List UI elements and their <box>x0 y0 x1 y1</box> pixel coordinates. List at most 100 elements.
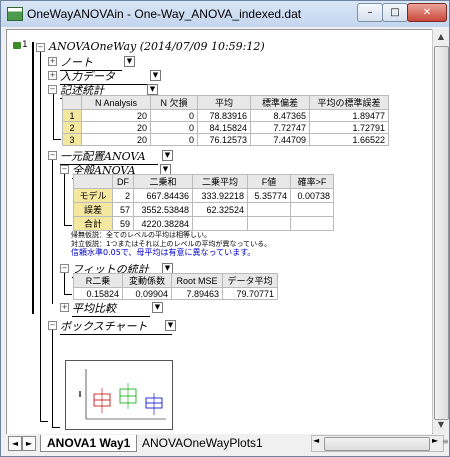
table-cell[interactable]: 7.89463 <box>171 287 223 300</box>
table-cell[interactable]: 84.15824 <box>197 121 251 134</box>
tab-next-icon[interactable]: ► <box>22 436 36 451</box>
horizontal-scroll-thumb[interactable] <box>324 437 430 451</box>
table-cell[interactable]: 667.84436 <box>133 188 193 203</box>
table-cell[interactable]: 0.09904 <box>122 287 172 300</box>
horizontal-scrollbar[interactable]: ◄ ► <box>311 435 444 452</box>
boxchart-title[interactable]: ボックスチャート <box>60 318 172 335</box>
table-cell[interactable]: 1.66522 <box>309 133 389 146</box>
collapse-overall-icon[interactable]: − <box>60 165 69 174</box>
table-cell[interactable]: 4220.38284 <box>133 216 193 231</box>
collapse-fit-icon[interactable]: − <box>60 264 69 273</box>
table-row[interactable]: 2 20 0 84.15824 7.72747 1.72791 <box>62 121 389 134</box>
desc-dropdown-icon[interactable]: ▼ <box>147 84 158 95</box>
column-header[interactable] <box>62 95 82 110</box>
row-label: モデル <box>73 188 113 203</box>
table-cell[interactable]: 3552.53848 <box>133 202 193 217</box>
table-cell[interactable]: 5.35774 <box>247 188 291 203</box>
collapse-boxchart-icon[interactable]: − <box>48 321 57 330</box>
table-cell[interactable] <box>290 216 334 231</box>
minimize-button[interactable]: – <box>357 3 383 22</box>
expand-input-icon[interactable]: + <box>48 71 57 80</box>
collapse-root-icon[interactable]: − <box>36 43 45 52</box>
collapse-oneway-icon[interactable]: − <box>48 151 57 160</box>
table-cell[interactable]: 0.00738 <box>290 188 334 203</box>
table-cell[interactable]: 7.44709 <box>250 133 310 146</box>
means-comparison-node[interactable]: 平均比較 <box>72 300 150 317</box>
maximize-button[interactable]: □ <box>382 3 408 22</box>
table-row[interactable]: 1 20 0 78.83916 8.47365 1.89477 <box>62 109 389 122</box>
table-row[interactable]: モデル 2 667.84436 333.92218 5.35774 0.0073… <box>73 188 334 203</box>
column-header[interactable]: 二乗平均 <box>192 174 248 189</box>
table-row[interactable]: 誤差 57 3552.53848 62.32524 <box>73 202 334 217</box>
lock-icon <box>13 42 21 49</box>
column-header[interactable]: 平均 <box>197 95 251 110</box>
table-cell[interactable]: 0 <box>150 109 198 122</box>
table-cell[interactable]: 78.83916 <box>197 109 251 122</box>
table-cell[interactable] <box>290 202 334 217</box>
table-cell[interactable]: 59 <box>112 216 134 231</box>
column-header[interactable]: 標準偏差 <box>250 95 310 110</box>
column-header[interactable]: 二乗和 <box>133 174 193 189</box>
column-header[interactable]: 平均の標準誤差 <box>309 95 389 110</box>
table-cell[interactable]: 79.70771 <box>222 287 278 300</box>
close-button[interactable]: ✕ <box>407 3 447 22</box>
overall-anova-table: DF 二乗和 二乗平均 F値 確率>F モデル 2 667.84436 333.… <box>73 174 334 231</box>
table-cell[interactable] <box>192 216 248 231</box>
collapse-desc-icon[interactable]: − <box>48 85 57 94</box>
table-header-row: N Analysis N 欠損 平均 標準偏差 平均の標準誤差 <box>62 95 389 110</box>
table-cell[interactable]: 8.47365 <box>250 109 310 122</box>
expand-means-icon[interactable]: + <box>60 303 69 312</box>
column-header[interactable]: データ平均 <box>222 273 278 288</box>
table-cell[interactable]: 7.72747 <box>250 121 310 134</box>
boxchart-dropdown-icon[interactable]: ▼ <box>165 320 176 331</box>
table-cell[interactable]: 0.15824 <box>73 287 123 300</box>
table-cell[interactable]: 2 <box>112 188 134 203</box>
box-chart-thumbnail[interactable] <box>65 360 173 430</box>
scroll-left-icon[interactable]: ◄ <box>313 436 319 445</box>
table-cell[interactable]: 57 <box>112 202 134 217</box>
table-cell[interactable] <box>247 202 291 217</box>
expand-notes-icon[interactable]: + <box>48 57 57 66</box>
resize-grip-icon[interactable]: ≡ <box>442 437 449 446</box>
row-label: 1 <box>62 109 82 122</box>
table-cell[interactable]: 1.72791 <box>309 121 389 134</box>
table-row[interactable]: 合計 59 4220.38284 <box>73 216 334 231</box>
table-cell[interactable]: 0 <box>150 133 198 146</box>
tab-anova1-way1[interactable]: ANOVA1 Way1 <box>40 435 138 452</box>
table-cell[interactable]: 1.89477 <box>309 109 389 122</box>
means-dropdown-icon[interactable]: ▼ <box>152 302 163 313</box>
table-cell[interactable]: 62.32524 <box>192 202 248 217</box>
tab-prev-icon[interactable]: ◄ <box>8 436 22 451</box>
column-header[interactable]: DF <box>112 174 134 189</box>
table-row[interactable]: 3 20 0 76.12573 7.44709 1.66522 <box>62 133 389 146</box>
workbook-icon <box>7 7 23 21</box>
column-header[interactable]: 変動係数 <box>122 273 172 288</box>
input-dropdown-icon[interactable]: ▼ <box>150 70 161 81</box>
column-header[interactable]: 確率>F <box>290 174 334 189</box>
column-header[interactable]: N 欠損 <box>150 95 198 110</box>
oneway-dropdown-icon[interactable]: ▼ <box>162 150 173 161</box>
table-cell[interactable]: 333.92218 <box>192 188 248 203</box>
table-cell[interactable]: 76.12573 <box>197 133 251 146</box>
table-cell[interactable]: 20 <box>81 109 151 122</box>
table-cell[interactable]: 0 <box>150 121 198 134</box>
scroll-down-icon[interactable]: ▼ <box>433 417 449 433</box>
column-header[interactable]: F値 <box>247 174 291 189</box>
table-cell[interactable]: 20 <box>81 121 151 134</box>
table-cell[interactable] <box>247 216 291 231</box>
tree-line-desc <box>53 94 54 140</box>
scroll-right-icon[interactable]: ► <box>432 436 438 445</box>
vertical-scroll-thumb[interactable] <box>434 46 449 420</box>
column-header[interactable]: R二乗 <box>73 273 123 288</box>
column-header[interactable]: Root MSE <box>171 273 223 288</box>
column-header[interactable] <box>73 174 113 189</box>
scroll-up-icon[interactable]: ▲ <box>433 29 449 45</box>
table-cell[interactable]: 20 <box>81 133 151 146</box>
column-header[interactable]: N Analysis <box>81 95 151 110</box>
report-sheet[interactable]: 1 − ANOVAOneWay (2014/07/09 10:59:12) + … <box>6 29 433 435</box>
notes-dropdown-icon[interactable]: ▼ <box>124 56 135 67</box>
tab-anova-plots[interactable]: ANOVAOneWayPlots1 <box>142 435 263 451</box>
title-bar[interactable]: OneWayANOVAin - One-Way_ANOVA_indexed.da… <box>1 1 449 27</box>
table-row[interactable]: 0.15824 0.09904 7.89463 79.70771 <box>73 287 278 300</box>
vertical-scrollbar[interactable]: ▲ ▼ <box>432 29 449 433</box>
